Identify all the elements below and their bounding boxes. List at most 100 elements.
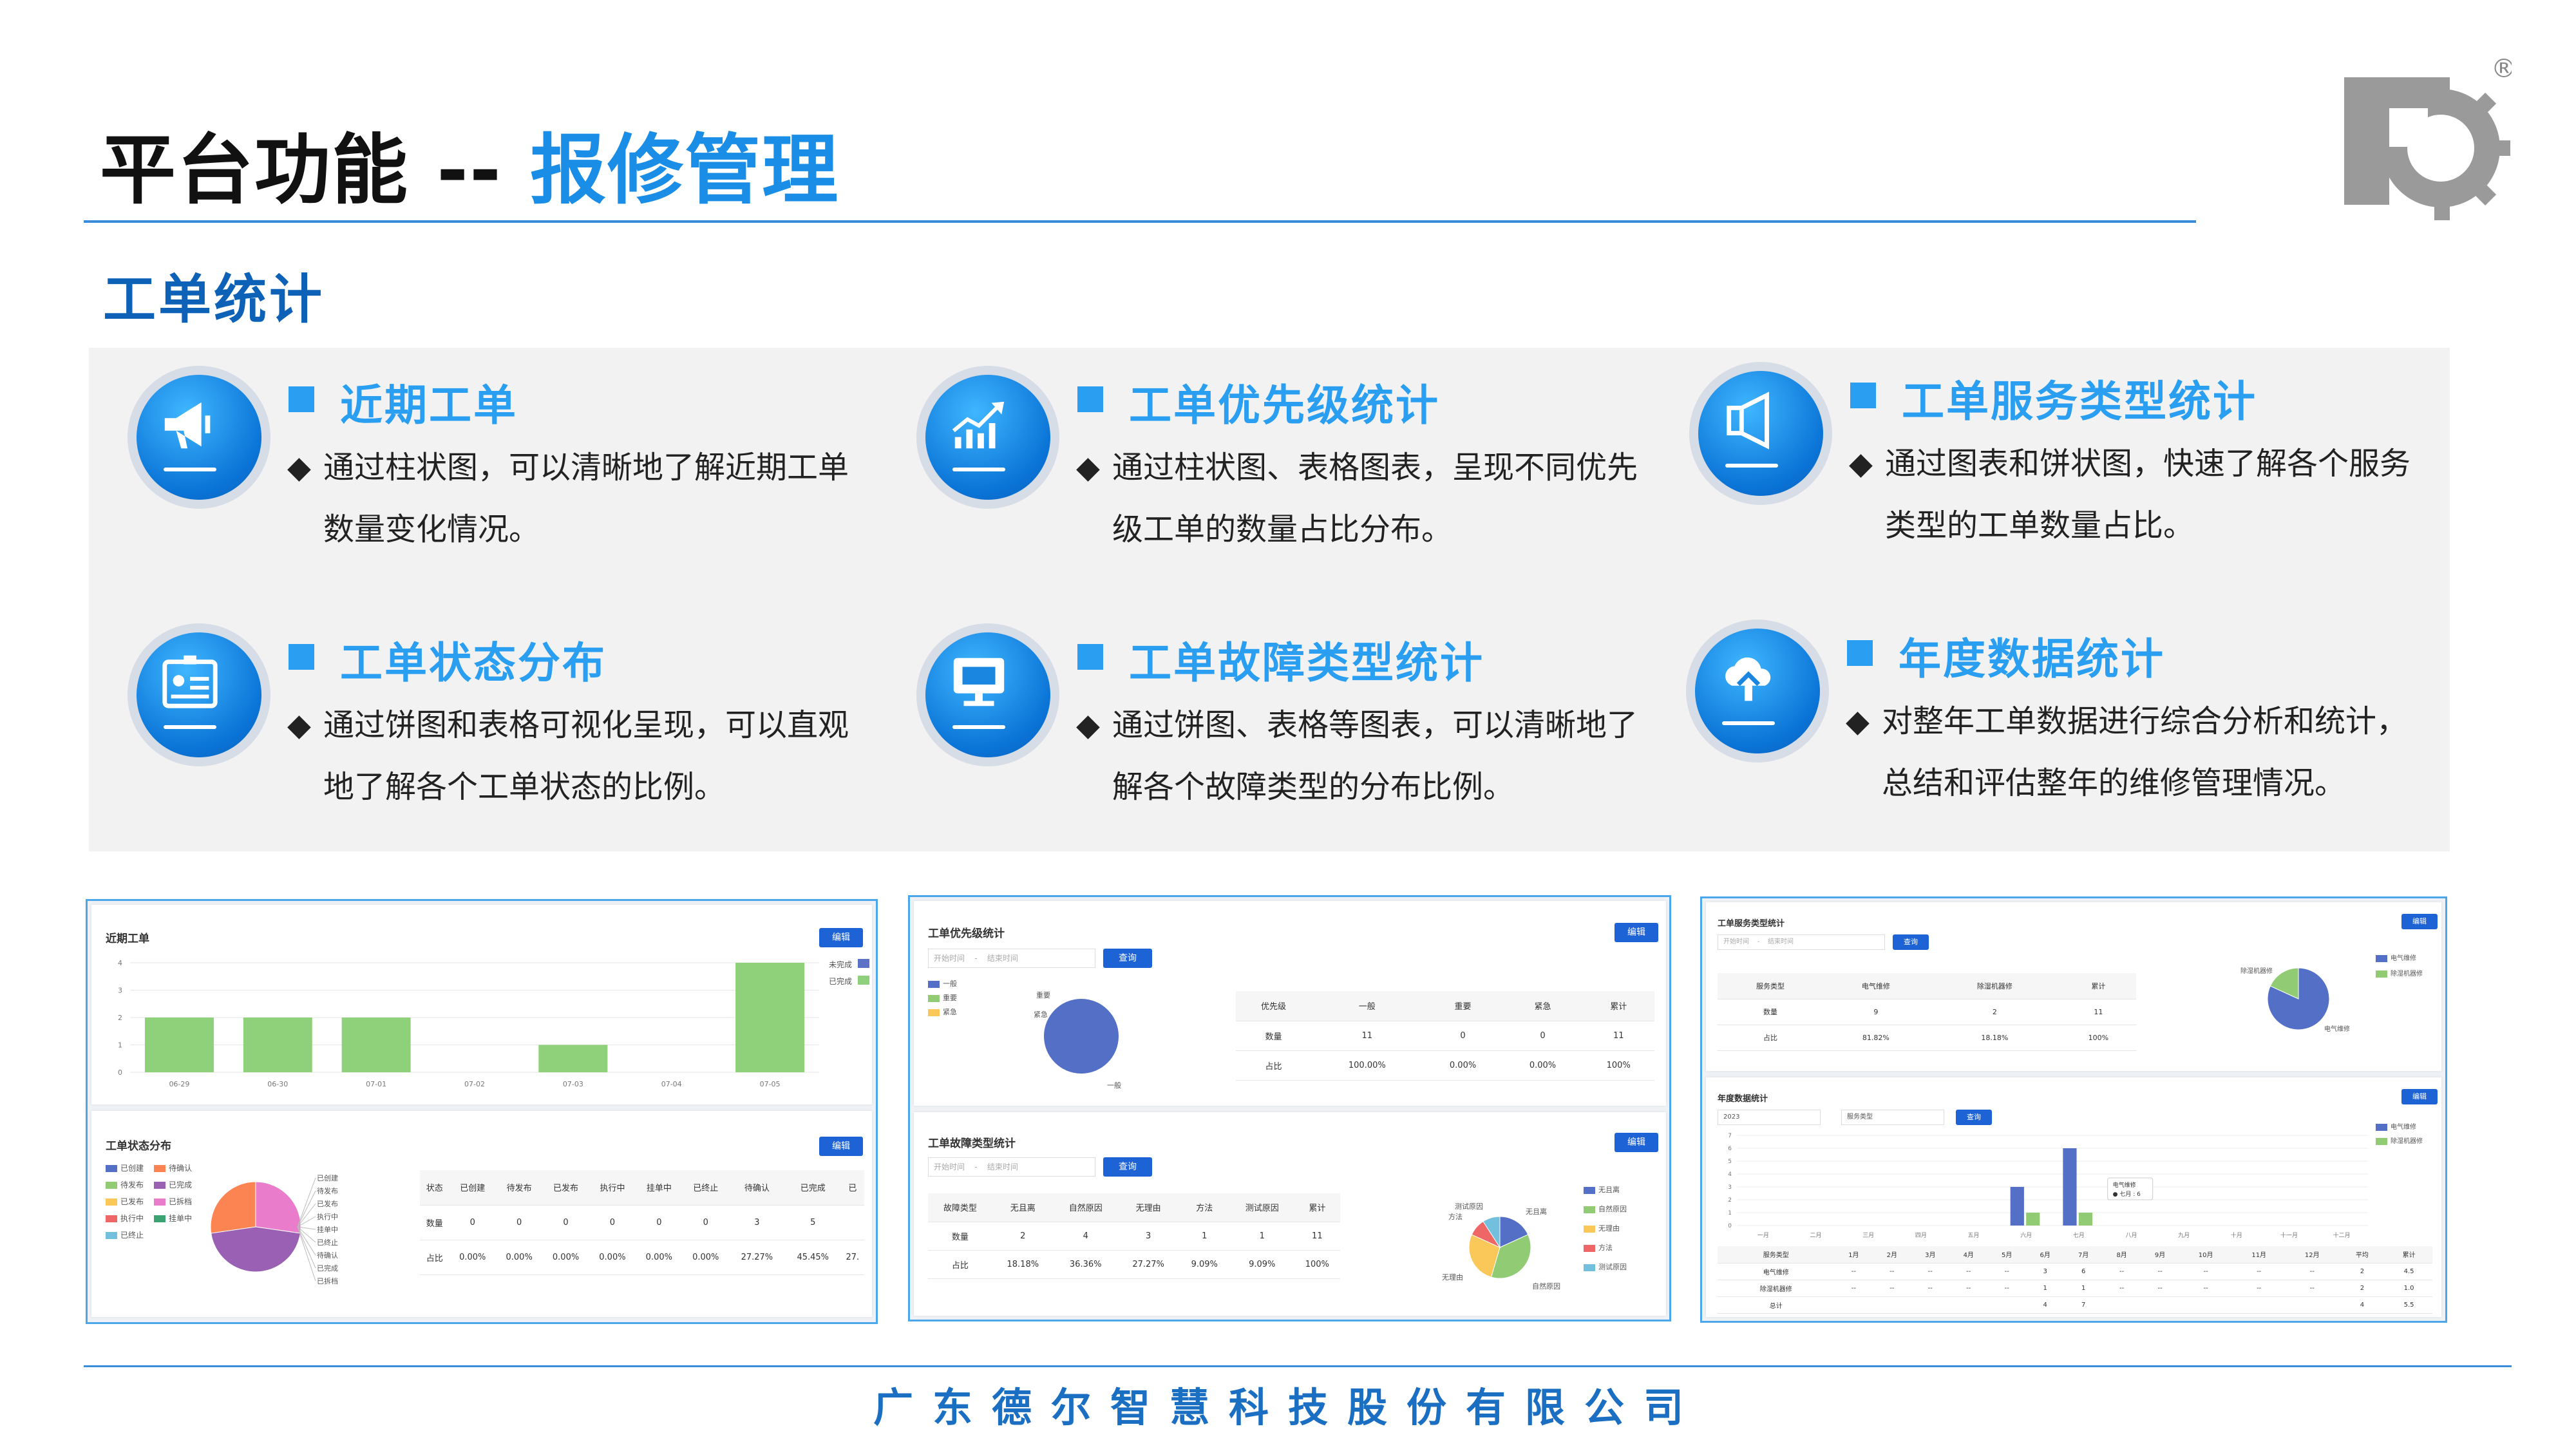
query-button[interactable]: 查询 bbox=[1103, 1157, 1152, 1177]
x-tick-label: 十二月 bbox=[2333, 1231, 2351, 1239]
table-cell: -- bbox=[1987, 1263, 2026, 1280]
pie-label: 已发布 bbox=[317, 1199, 338, 1208]
legend-swatch bbox=[106, 1232, 117, 1239]
year-select[interactable]: 2023 bbox=[1718, 1110, 1821, 1125]
annual-stats-card: 年度数据统计 编辑 2023 服务类型 查询 电气维修 除湿机器修 0123456… bbox=[1706, 1077, 2441, 1317]
cloud-icon bbox=[1686, 620, 1829, 762]
annual-table: 服务类型 1月 2月 3月 4月 5月 6月 7月 8月 9月 10月 11月 12月 平均 累计 电气维修 -… bbox=[1718, 1246, 2432, 1314]
feature-desc-line2: 类型的工单数量占比。 bbox=[1885, 507, 2195, 544]
priority-pie-chart: 重要紧急一般 bbox=[1034, 990, 1121, 1090]
table-cell: 除湿机器修 bbox=[1928, 973, 2061, 999]
pie-leader bbox=[297, 1203, 316, 1227]
pie-label: 除湿机器修 bbox=[2240, 967, 2273, 975]
legend-swatch bbox=[1584, 1206, 1595, 1213]
service-type-card: 工单服务类型统计 编辑 开始时间 - 结束时间 查询 服务类型 电气维修 除湿机器修… bbox=[1706, 902, 2441, 1071]
table-cell: 0 bbox=[449, 1205, 496, 1240]
table-cell: 数量 bbox=[1718, 999, 1823, 1025]
bar bbox=[2078, 1213, 2093, 1226]
feature-desc-line2: 总结和评估整年的维修管理情况。 bbox=[1882, 765, 2346, 801]
table-cell: -- bbox=[2141, 1280, 2179, 1297]
edit-button[interactable]: 编辑 bbox=[1615, 1133, 1658, 1152]
legend-item: 一般 bbox=[928, 978, 957, 989]
legend-label: 电气维修 bbox=[2391, 955, 2416, 962]
feature-status-distribution: 工单状态分布 ◆ 通过饼图和表格可视化呈现，可以直观 地了解各个工单状态的比例。 bbox=[128, 623, 900, 829]
status-table: 状态 已创建 待发布 已发布 执行中 挂单中 已终止 待确认 已完成已数量 0 0 0 0 0 0 3 5 占比 0… bbox=[420, 1170, 864, 1275]
table-cell: 3 bbox=[1117, 1222, 1179, 1251]
service-type-table: 服务类型 电气维修 除湿机器修 累计 数量 9 2 11 占比 81.82% 18.18% 100% bbox=[1718, 973, 2136, 1051]
pie-label: 一般 bbox=[1107, 1081, 1121, 1090]
table-cell: 累计 bbox=[2385, 1246, 2432, 1264]
date-range-input[interactable]: 开始时间 - 结束时间 bbox=[928, 1157, 1095, 1177]
feature-title: 工单故障类型统计 bbox=[1129, 638, 1484, 688]
annual-bar-chart: 0 1 2 3 4 5 6 7 一月 二月 三月 四月 五月 六月 七月 八月 九月 十月 十一月 十二月 电气维修 ● … bbox=[1728, 1133, 2368, 1239]
edit-button[interactable]: 编辑 bbox=[819, 928, 863, 947]
y-tick-label: 4 bbox=[118, 959, 122, 967]
query-button[interactable]: 查询 bbox=[1893, 934, 1929, 950]
table-cell bbox=[1834, 1296, 1873, 1314]
x-tick-label: 二月 bbox=[1810, 1232, 1821, 1239]
legend-label: 待发布 bbox=[120, 1180, 144, 1189]
table-row: 优先级 一般 重要 紧急 累计 bbox=[1236, 991, 1654, 1021]
table-cell: 0 bbox=[589, 1205, 636, 1240]
legend-swatch bbox=[154, 1198, 166, 1206]
legend-swatch bbox=[106, 1182, 117, 1189]
edit-button[interactable]: 编辑 bbox=[819, 1137, 863, 1156]
edit-button[interactable]: 编辑 bbox=[2401, 1089, 2438, 1104]
query-button[interactable]: 查询 bbox=[1103, 949, 1152, 968]
legend-swatch bbox=[1584, 1186, 1595, 1194]
legend-swatch bbox=[928, 1009, 940, 1016]
bar bbox=[538, 1045, 608, 1072]
y-tick-label: 1 bbox=[118, 1041, 122, 1050]
table-cell: 4 bbox=[2338, 1296, 2386, 1314]
y-tick-label: 0 bbox=[1728, 1223, 1732, 1229]
table-cell: -- bbox=[2285, 1280, 2339, 1297]
legend-item: 电气维修 bbox=[2376, 952, 2416, 962]
date-range-input[interactable]: 开始时间 - 结束时间 bbox=[928, 949, 1095, 968]
card-title: 近期工单 bbox=[106, 933, 149, 945]
legend-label: 待确认 bbox=[169, 1164, 193, 1173]
pie-label: 待确认 bbox=[317, 1251, 338, 1260]
table-cell: 4月 bbox=[1949, 1246, 1988, 1264]
table-cell: 11 bbox=[1294, 1222, 1340, 1251]
table-cell bbox=[840, 1205, 864, 1240]
table-cell: 无且离 bbox=[992, 1193, 1054, 1222]
edit-button[interactable]: 编辑 bbox=[2401, 914, 2438, 929]
x-tick-label: 十月 bbox=[2231, 1231, 2242, 1239]
feature-panel: 近期工单 ◆ 通过柱状图，可以清晰地了解近期工单 数量变化情况。 工单优先级统计 ◆… bbox=[89, 348, 2450, 851]
table-cell: 6 bbox=[2064, 1263, 2103, 1280]
x-tick-label: 六月 bbox=[2020, 1231, 2032, 1239]
table-cell: 1 bbox=[1179, 1222, 1230, 1251]
date-range-input[interactable]: 开始时间 - 结束时间 bbox=[1718, 934, 1885, 950]
pie-label: 已拆档 bbox=[317, 1276, 338, 1285]
y-tick-label: 0 bbox=[118, 1068, 122, 1077]
table-cell: 10月 bbox=[2179, 1246, 2233, 1264]
type-select[interactable]: 服务类型 bbox=[1841, 1110, 1944, 1125]
table-cell: 2 bbox=[992, 1222, 1054, 1251]
table-cell: 优先级 bbox=[1236, 991, 1312, 1021]
bullet-square bbox=[1850, 383, 1876, 408]
table-cell: 0.00% bbox=[589, 1240, 636, 1275]
legend-label: 除湿机器修 bbox=[2391, 971, 2423, 978]
bullet-square bbox=[1847, 640, 1873, 666]
megaphone-icon bbox=[128, 366, 270, 509]
table-cell: 11月 bbox=[2232, 1246, 2286, 1264]
table-cell: 数量 bbox=[928, 1222, 992, 1251]
table-cell: 0 bbox=[682, 1205, 729, 1240]
table-cell: 服务类型 bbox=[1718, 1246, 1835, 1264]
table-cell: -- bbox=[2179, 1263, 2233, 1280]
query-button[interactable]: 查询 bbox=[1956, 1110, 1992, 1125]
diamond-bullet: ◆ bbox=[1849, 446, 1873, 482]
edit-button[interactable]: 编辑 bbox=[1615, 923, 1658, 942]
pie-leader bbox=[297, 1226, 316, 1256]
table-cell: 2 bbox=[1928, 999, 2061, 1025]
priority-stats-card: 工单优先级统计 编辑 开始时间 - 结束时间 查询 一般 重要 紧急 重要 紧急 一般 … bbox=[914, 901, 1666, 1106]
table-cell: -- bbox=[1987, 1280, 2026, 1297]
table-cell: 3 bbox=[2025, 1263, 2065, 1280]
table-cell: 服务类型 bbox=[1718, 973, 1823, 999]
legend-label: 方法 bbox=[1598, 1244, 1613, 1252]
feature-desc-line1: 通过图表和饼状图，快速了解各个服务 bbox=[1885, 446, 2411, 482]
diamond-bullet: ◆ bbox=[287, 707, 311, 743]
table-cell bbox=[1911, 1296, 1950, 1314]
table-cell: 电气维修 bbox=[1823, 973, 1929, 999]
pie-label: 重要 bbox=[1036, 990, 1050, 999]
